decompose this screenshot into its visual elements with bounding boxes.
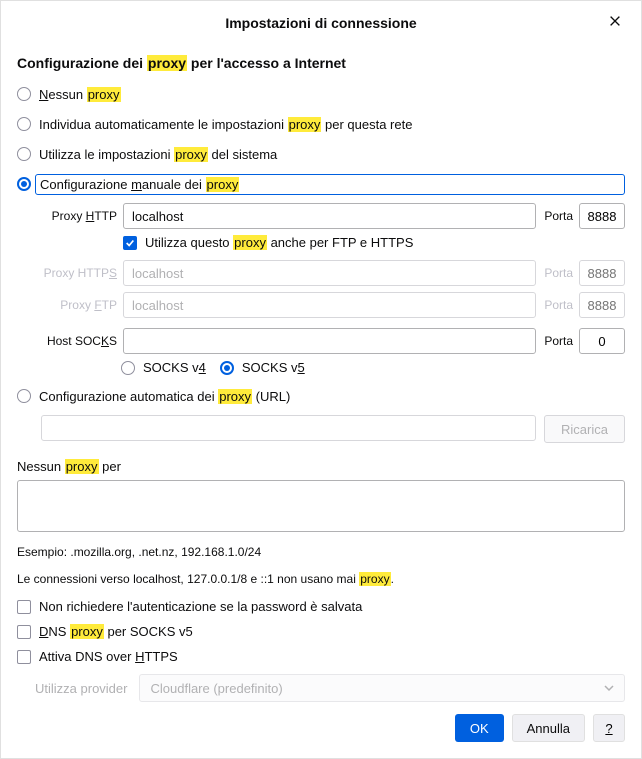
- input-ftp-proxy: [123, 292, 536, 318]
- label-pac-url: Configurazione automatica dei proxy (URL…: [39, 389, 290, 404]
- label-ftp-proxy: Proxy FTP: [41, 298, 117, 312]
- label-socks-v5: SOCKS v5: [242, 360, 305, 375]
- checkbox-dns-socks[interactable]: [17, 625, 31, 639]
- dialog-title: Impostazioni di connessione: [225, 15, 416, 31]
- input-socks-host[interactable]: [123, 328, 536, 354]
- checkbox-use-for-all[interactable]: [123, 236, 137, 250]
- radio-no-proxy[interactable]: [17, 87, 31, 101]
- input-ftp-port: [579, 292, 625, 318]
- hint-example: Esempio: .mozilla.org, .net.nz, 192.168.…: [17, 543, 625, 562]
- label-http-port: Porta: [544, 209, 573, 223]
- input-socks-port[interactable]: [579, 328, 625, 354]
- check-icon: [125, 238, 135, 248]
- label-dns-socks: DNS proxy per SOCKS v5: [39, 624, 193, 639]
- select-provider-value: Cloudflare (predefinito): [150, 681, 282, 696]
- label-auto-detect: Individua automaticamente le impostazion…: [39, 117, 412, 132]
- radio-pac-url[interactable]: [17, 389, 31, 403]
- label-system-proxy: Utilizza le impostazioni proxy del siste…: [39, 147, 277, 162]
- radio-socks-v4[interactable]: [121, 361, 135, 375]
- input-https-port: [579, 260, 625, 286]
- input-http-proxy[interactable]: [123, 203, 536, 229]
- input-pac-url: [41, 415, 536, 441]
- label-use-for-all: Utilizza questo proxy anche per FTP e HT…: [145, 235, 413, 250]
- label-ftp-port: Porta: [544, 298, 573, 312]
- radio-auto-detect[interactable]: [17, 117, 31, 131]
- input-http-port[interactable]: [579, 203, 625, 229]
- radio-system-proxy[interactable]: [17, 147, 31, 161]
- hint-localhost: Le connessioni verso localhost, 127.0.0.…: [17, 570, 625, 589]
- label-https-port: Porta: [544, 266, 573, 280]
- cancel-button[interactable]: Annulla: [512, 714, 585, 742]
- section-heading: Configurazione dei proxy per l'accesso a…: [17, 55, 625, 71]
- label-provider: Utilizza provider: [35, 681, 127, 696]
- label-manual-proxy: Configurazione manuale dei proxy: [35, 174, 625, 195]
- radio-socks-v5[interactable]: [220, 361, 234, 375]
- checkbox-doh[interactable]: [17, 650, 31, 664]
- checkbox-no-auth-prompt[interactable]: [17, 600, 31, 614]
- label-socks-host: Host SOCKS: [41, 334, 117, 348]
- select-provider: Cloudflare (predefinito): [139, 674, 625, 702]
- label-https-proxy: Proxy HTTPS: [41, 266, 117, 280]
- chevron-down-icon: [604, 683, 614, 693]
- ok-button[interactable]: OK: [455, 714, 504, 742]
- label-socks-v4: SOCKS v4: [143, 360, 206, 375]
- input-https-proxy: [123, 260, 536, 286]
- help-button[interactable]: ?: [593, 714, 625, 742]
- label-http-proxy: Proxy HTTP: [41, 209, 117, 223]
- textarea-no-proxy-for[interactable]: [17, 480, 625, 532]
- label-socks-port: Porta: [544, 334, 573, 348]
- reload-button: Ricarica: [544, 415, 625, 443]
- radio-manual-proxy[interactable]: [17, 177, 31, 191]
- close-icon: [608, 14, 622, 28]
- close-button[interactable]: [605, 11, 625, 31]
- label-no-proxy: Nessun proxy: [39, 87, 121, 102]
- label-no-proxy-for: Nessun proxy per: [17, 459, 625, 474]
- label-no-auth-prompt: Non richiedere l'autenticazione se la pa…: [39, 599, 362, 614]
- label-doh: Attiva DNS over HTTPS: [39, 649, 178, 664]
